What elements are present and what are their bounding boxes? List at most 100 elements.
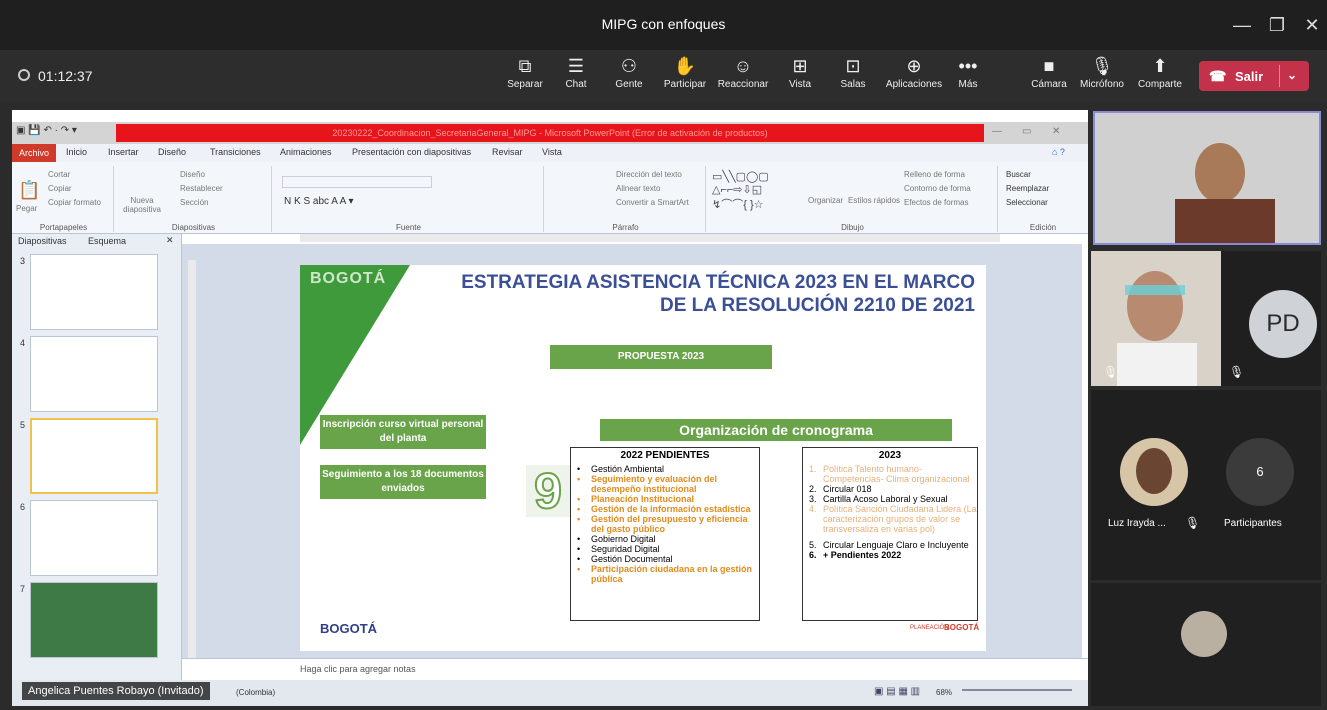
rooms-button[interactable]: ⊡ Salas	[835, 54, 871, 98]
tab-diapositivas[interactable]: Diapositivas	[18, 236, 67, 246]
leave-button[interactable]: ☎ Salir ⌄	[1199, 61, 1309, 91]
font-format-buttons[interactable]: N K S abc A A ▾	[284, 196, 354, 207]
participant-face	[1195, 143, 1245, 203]
participant-video-tile[interactable]	[1093, 111, 1321, 245]
paste-button[interactable]: Pegar	[16, 204, 37, 213]
slide-thumbnail-selected[interactable]	[30, 418, 158, 494]
tab-esquema[interactable]: Esquema	[88, 236, 126, 246]
recording-icon	[18, 69, 30, 81]
format-painter-button[interactable]: Copiar formato	[48, 198, 101, 207]
new-slide-button[interactable]: Nueva diapositiva	[122, 196, 162, 214]
apps-button[interactable]: ⊕ Aplicaciones	[881, 54, 947, 98]
chat-button[interactable]: ☰ Chat	[556, 54, 596, 98]
emoji-icon: ☺	[733, 56, 753, 76]
propuesta-box: PROPUESTA 2023	[550, 345, 772, 369]
paste-icon[interactable]: 📋	[18, 180, 40, 201]
chevron-down-icon[interactable]: ⌄	[1287, 68, 1297, 82]
glasses	[1125, 285, 1185, 295]
avatar	[1120, 438, 1188, 506]
chat-icon: ☰	[567, 56, 585, 76]
language-status: (Colombia)	[236, 688, 276, 697]
tab-revisar[interactable]: Revisar	[492, 147, 523, 157]
replace-button[interactable]: Reemplazar	[1006, 184, 1049, 193]
tab-transiciones[interactable]: Transiciones	[210, 147, 261, 157]
participant-name[interactable]: Luz Irayda ...	[1108, 518, 1166, 529]
slide-thumbnail[interactable]	[30, 336, 158, 412]
maximize-button[interactable]: ❐	[1262, 12, 1292, 38]
raise-hand-button[interactable]: ✋ Participar	[660, 54, 710, 98]
minimize-button[interactable]: —	[1227, 12, 1257, 38]
share-button[interactable]: ⬆ Comparte	[1133, 54, 1187, 98]
window-title: MIPG con enfoques	[601, 16, 726, 32]
mic-button[interactable]: 🎙 Micrófono	[1074, 54, 1130, 98]
quick-access-toolbar[interactable]: ▣ 💾 ↶ · ↷ ▾	[16, 125, 112, 141]
self-view-tile[interactable]	[1091, 583, 1321, 706]
tab-diseno[interactable]: Diseño	[158, 147, 186, 157]
group-diapositivas: Nueva diapositiva Diseño Restablecer Sec…	[116, 166, 272, 232]
footer-bogota-red-logo: BOGOTÁ	[944, 623, 980, 632]
tab-archivo[interactable]: Archivo	[12, 144, 56, 162]
smartart-button[interactable]: Convertir a SmartArt	[616, 198, 689, 207]
more-button[interactable]: ••• Más	[953, 54, 983, 98]
ribbon: 📋 Pegar Cortar Copiar Copiar formato Por…	[12, 162, 1088, 234]
list-item: • Gobierno Digital	[577, 534, 656, 544]
react-button[interactable]: ☺ Reaccionar	[713, 54, 773, 98]
horizontal-ruler	[300, 234, 1000, 242]
undock-button[interactable]: ⧉ Separar	[503, 54, 547, 98]
slide-thumbnail[interactable]	[30, 254, 158, 330]
shapes-gallery[interactable]: ▭╲╲▢◯▢ △⌐⌐⇨⇩◱ ↯⌒⌒{ }☆	[712, 170, 769, 212]
reset-button[interactable]: Restablecer	[180, 184, 223, 193]
layout-button[interactable]: Diseño	[180, 170, 205, 179]
shape-outline-button[interactable]: Contorno de forma	[904, 184, 971, 193]
avatar: PD	[1249, 290, 1317, 358]
view-button[interactable]: ⊞ Vista	[782, 54, 818, 98]
participant-body	[1117, 343, 1197, 386]
select-button[interactable]: Seleccionar	[1006, 198, 1048, 207]
title-bar: MIPG con enfoques — ❐ ✕	[0, 0, 1327, 50]
view-buttons-icon[interactable]: ▣ ▤ ▦ ▥	[874, 686, 920, 697]
bogota-logo: BOGOTÁ	[310, 270, 387, 287]
slide-thumbnail[interactable]	[30, 500, 158, 576]
quick-styles-button[interactable]: Estilos rápidos	[848, 196, 900, 205]
copy-button[interactable]: Copiar	[48, 184, 72, 193]
people-button[interactable]: ⚇ Gente	[604, 54, 654, 98]
section-button[interactable]: Sección	[180, 198, 208, 207]
font-name-select[interactable]	[282, 176, 432, 188]
align-text-button[interactable]: Alinear texto	[616, 184, 660, 193]
undock-icon: ⧉	[518, 56, 532, 76]
tab-animaciones[interactable]: Animaciones	[280, 147, 332, 157]
powerpoint-titlebar: ▣ 💾 ↶ · ↷ ▾ 20230222_Coordinacion_Secret…	[12, 122, 1088, 144]
pp-minimize-icon[interactable]: —	[992, 126, 1002, 137]
close-panel-icon[interactable]: ✕	[166, 235, 174, 246]
list-item: 3. Cartilla Acoso Laboral y Sexual	[809, 494, 948, 504]
participant-video-tile[interactable]: 🎙	[1091, 251, 1221, 386]
mic-off-icon: 🎙	[1103, 365, 1119, 379]
pp-restore-icon[interactable]: ▭	[1022, 126, 1031, 137]
shared-screen: ▣ 💾 ↶ · ↷ ▾ 20230222_Coordinacion_Secret…	[12, 110, 1088, 706]
camera-button[interactable]: ■ Cámara	[1027, 54, 1071, 98]
tab-presentacion[interactable]: Presentación con diapositivas	[352, 147, 471, 157]
pp-close-icon[interactable]: ✕	[1052, 126, 1060, 137]
participant-body	[1175, 199, 1275, 243]
cut-button[interactable]: Cortar	[48, 170, 70, 179]
find-button[interactable]: Buscar	[1006, 170, 1031, 179]
zoom-slider[interactable]	[962, 689, 1072, 691]
participants-label[interactable]: Participantes	[1224, 518, 1282, 529]
text-direction-button[interactable]: Dirección del texto	[616, 170, 682, 179]
slide-title: ESTRATEGIA ASISTENCIA TÉCNICA 2023 EN EL…	[461, 272, 975, 316]
close-button[interactable]: ✕	[1297, 12, 1327, 38]
participant-count[interactable]: 6	[1226, 438, 1294, 506]
tab-vista[interactable]: Vista	[542, 147, 562, 157]
shape-fill-button[interactable]: Relleno de forma	[904, 170, 965, 179]
share-icon: ⬆	[1152, 56, 1168, 76]
mic-off-icon: 🎙	[1229, 365, 1245, 379]
arrange-button[interactable]: Organizar	[808, 196, 843, 205]
list-item: • Gestión de la información estadística	[577, 504, 751, 514]
slide[interactable]: BOGOTÁ ESTRATEGIA ASISTENCIA TÉCNICA 202…	[300, 265, 986, 651]
help-icon[interactable]: ⌂ ?	[1052, 147, 1065, 157]
tab-insertar[interactable]: Insertar	[108, 147, 139, 157]
tab-inicio[interactable]: Inicio	[66, 147, 87, 157]
shape-effects-button[interactable]: Efectos de formas	[904, 198, 968, 207]
notes-area[interactable]: Haga clic para agregar notas	[182, 658, 1088, 680]
slide-thumbnail[interactable]	[30, 582, 158, 658]
